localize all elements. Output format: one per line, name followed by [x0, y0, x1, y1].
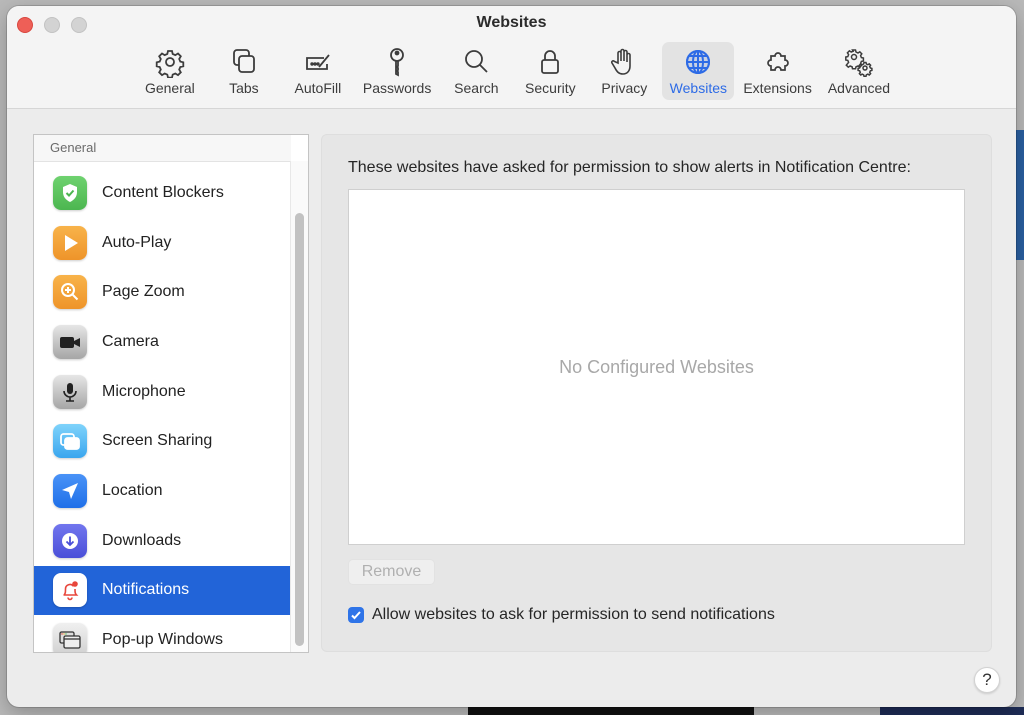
magnifier-icon	[465, 50, 488, 73]
checkmark-icon	[351, 611, 361, 620]
sidebar-item-label: Notifications	[102, 581, 190, 599]
sidebar-item-auto-play[interactable]: Auto-Play	[34, 218, 290, 268]
content-area: General Content Blockers Auto-Play Page …	[7, 109, 1016, 707]
play-icon	[53, 225, 87, 260]
window-title: Websites	[476, 14, 547, 31]
help-button[interactable]: ?	[974, 667, 1000, 693]
screen-sharing-icon	[53, 424, 87, 459]
tab-label: Websites	[669, 80, 727, 96]
list-scrollbar[interactable]	[290, 161, 308, 652]
tab-label: Passwords	[362, 80, 432, 96]
sidebar-item-label: Page Zoom	[102, 283, 185, 301]
tab-label: Advanced	[827, 80, 891, 96]
empty-state-text: No Configured Websites	[559, 356, 754, 377]
sidebar-item-content-blockers[interactable]: Content Blockers	[34, 168, 290, 218]
tab-privacy[interactable]: Privacy	[588, 42, 660, 100]
autofill-icon	[305, 54, 330, 70]
sidebar-item-label: Pop-up Windows	[102, 631, 223, 649]
sidebar-item-label: Content Blockers	[102, 183, 224, 201]
desktop-background-strip	[468, 707, 754, 715]
preferences-window: Websites General Tabs AutoFill Passwords…	[7, 6, 1016, 707]
panel-description: These websites have asked for permission…	[348, 159, 911, 176]
tab-label: Tabs	[229, 80, 259, 96]
tab-general[interactable]: General	[134, 42, 206, 100]
shield-check-icon	[53, 175, 87, 210]
remove-button[interactable]: Remove	[348, 559, 435, 585]
zoom-icon	[53, 275, 87, 310]
sidebar-item-label: Camera	[102, 332, 159, 350]
desktop-background	[1016, 130, 1024, 260]
sidebar-item-camera[interactable]: Camera	[34, 317, 290, 367]
sidebar-item-pop-up-windows[interactable]: Pop-up Windows	[34, 615, 290, 652]
tab-search[interactable]: Search	[440, 42, 512, 100]
tab-autofill[interactable]: AutoFill	[282, 42, 354, 100]
sidebar-item-label: Downloads	[102, 531, 182, 549]
gear-icon	[155, 50, 185, 78]
microphone-icon	[53, 374, 87, 409]
tab-passwords[interactable]: Passwords	[356, 42, 438, 100]
tab-label: Extensions	[743, 80, 812, 96]
tab-label: Privacy	[601, 80, 648, 96]
bell-icon	[53, 573, 87, 608]
sidebar-item-screen-sharing[interactable]: Screen Sharing	[34, 416, 290, 466]
tab-label: Security	[525, 80, 576, 96]
configured-websites-list[interactable]: No Configured Websites	[348, 189, 965, 545]
sidebar-item-label: Microphone	[102, 382, 186, 400]
permissions-list-items: Content Blockers Auto-Play Page Zoom Cam…	[34, 168, 290, 652]
hand-icon	[611, 48, 632, 75]
tab-extensions[interactable]: Extensions	[736, 42, 818, 100]
preferences-toolbar: General Tabs AutoFill Passwords Search S…	[7, 42, 1016, 100]
globe-icon	[686, 50, 711, 74]
sidebar-item-microphone[interactable]: Microphone	[34, 367, 290, 417]
sidebar-item-page-zoom[interactable]: Page Zoom	[34, 267, 290, 317]
tab-label: AutoFill	[294, 80, 342, 96]
tab-websites[interactable]: Websites	[662, 42, 735, 100]
title-bar: Websites General Tabs AutoFill Passwords…	[7, 6, 1016, 109]
allow-permission-label: Allow websites to ask for permission to …	[372, 606, 775, 623]
popup-windows-icon	[53, 623, 87, 652]
tab-advanced[interactable]: Advanced	[821, 42, 897, 100]
camera-icon	[53, 324, 87, 359]
lock-icon	[541, 50, 560, 74]
sidebar-item-label: Auto-Play	[102, 233, 172, 251]
tab-label: Search	[454, 80, 499, 96]
sidebar-item-label: Location	[102, 481, 163, 499]
tabs-icon	[232, 49, 255, 73]
section-header: General	[34, 135, 291, 162]
permissions-list: General Content Blockers Auto-Play Page …	[33, 134, 309, 653]
sidebar-item-label: Screen Sharing	[102, 432, 213, 450]
sidebar-item-downloads[interactable]: Downloads	[34, 516, 290, 566]
desktop-background-strip	[880, 707, 1024, 715]
sidebar-item-notifications[interactable]: Notifications	[34, 565, 290, 616]
puzzle-icon	[766, 52, 789, 71]
download-icon	[53, 523, 87, 558]
allow-permission-checkbox[interactable]	[348, 607, 364, 623]
scrollbar-thumb[interactable]	[295, 213, 304, 646]
tab-tabs[interactable]: Tabs	[208, 42, 280, 100]
notifications-panel: These websites have asked for permission…	[321, 134, 992, 652]
key-icon	[390, 48, 405, 77]
location-arrow-icon	[53, 473, 87, 508]
allow-permission-checkbox-row[interactable]: Allow websites to ask for permission to …	[348, 606, 775, 624]
gears-icon	[845, 49, 873, 78]
sidebar-item-location[interactable]: Location	[34, 466, 290, 516]
tab-label: General	[144, 80, 195, 96]
tab-security[interactable]: Security	[514, 42, 586, 100]
